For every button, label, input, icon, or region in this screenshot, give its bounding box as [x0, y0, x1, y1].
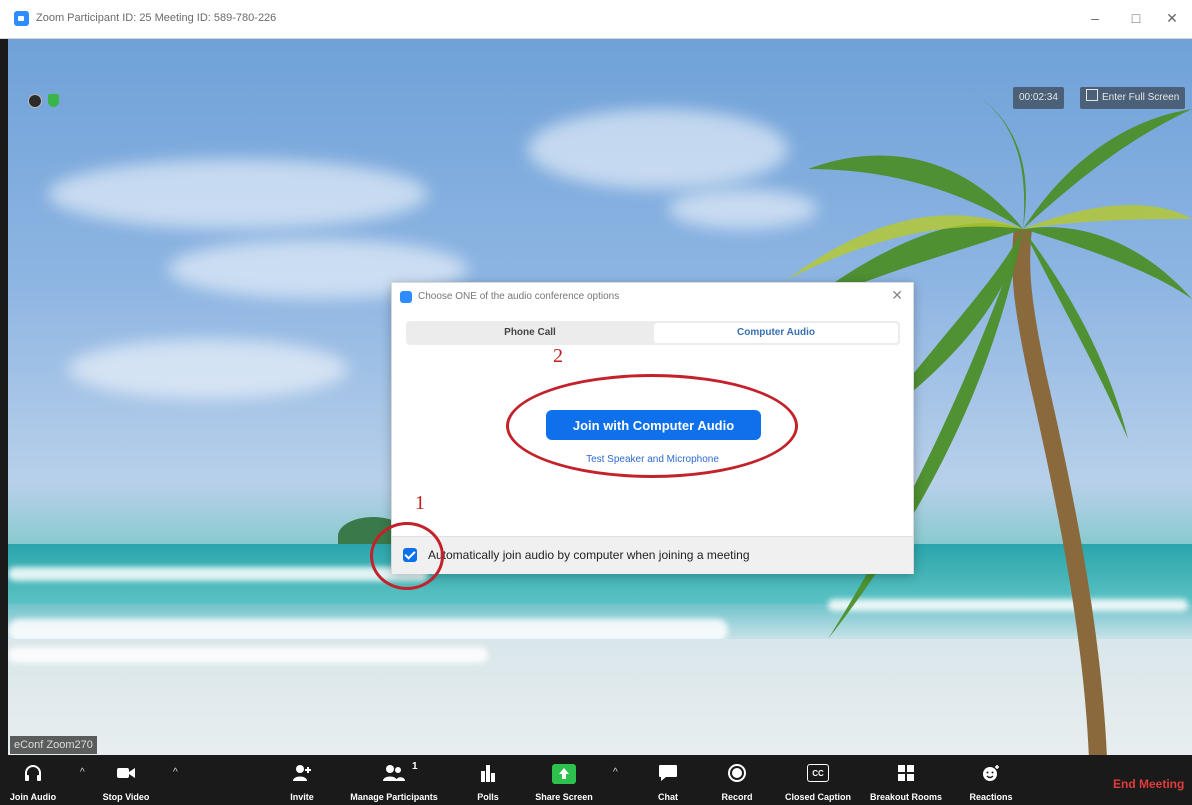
close-window-button[interactable]: ✕	[1152, 6, 1192, 30]
stop-video-label: Stop Video	[102, 792, 150, 802]
manage-participants-button[interactable]: 1 Manage Participants	[336, 755, 452, 805]
add-person-icon	[293, 765, 311, 781]
annotation-ring-checkbox	[370, 522, 444, 590]
fullscreen-label: Enter Full Screen	[1102, 92, 1180, 103]
stop-video-button[interactable]: Stop Video	[96, 755, 156, 805]
reactions-label: Reactions	[969, 792, 1013, 802]
enter-full-screen-button[interactable]: Enter Full Screen	[1080, 87, 1186, 109]
breakout-rooms-label: Breakout Rooms	[869, 792, 942, 802]
audio-tabs: Phone Call Computer Audio	[406, 321, 900, 345]
headphones-icon	[25, 765, 41, 781]
chat-button[interactable]: Chat	[646, 755, 690, 805]
closed-caption-label: Closed Caption	[784, 792, 851, 802]
video-camera-icon	[117, 768, 135, 778]
meeting-toolbar: Join Audio ^ Stop Video ^ Invite 1 Manag…	[0, 755, 1192, 805]
audio-options-caret[interactable]: ^	[80, 767, 85, 778]
share-screen-label: Share Screen	[535, 792, 593, 802]
record-icon	[728, 764, 746, 782]
window-title: Zoom Participant ID: 25 Meeting ID: 589-…	[36, 12, 277, 24]
record-label: Record	[721, 792, 753, 802]
share-screen-icon	[552, 764, 576, 784]
closed-caption-button[interactable]: CC Closed Caption	[776, 755, 860, 805]
end-meeting-button[interactable]: End Meeting	[1113, 777, 1184, 791]
tab-computer-audio[interactable]: Computer Audio	[654, 323, 898, 343]
participants-icon	[383, 765, 405, 781]
dialog-close-button[interactable]: ✕	[891, 287, 903, 304]
invite-label: Invite	[290, 792, 314, 802]
dialog-title: Choose ONE of the audio conference optio…	[418, 291, 620, 302]
breakout-rooms-button[interactable]: Breakout Rooms	[866, 755, 946, 805]
bar-chart-icon	[481, 765, 495, 782]
zoom-dialog-icon	[400, 291, 412, 303]
invite-button[interactable]: Invite	[280, 755, 324, 805]
annotation-step-1: 1	[415, 492, 425, 514]
participants-count: 1	[412, 761, 418, 772]
share-options-caret[interactable]: ^	[613, 767, 618, 778]
auto-join-audio-label: Automatically join audio by computer whe…	[428, 548, 750, 562]
meeting-timer: 00:02:34	[1013, 87, 1064, 109]
zoom-app-icon	[14, 11, 29, 26]
join-audio-button[interactable]: Join Audio	[8, 755, 58, 805]
security-shield-icon[interactable]	[48, 94, 59, 107]
fullscreen-icon	[1086, 89, 1098, 101]
breakout-rooms-icon	[898, 765, 914, 781]
manage-participants-label: Manage Participants	[350, 792, 438, 802]
video-options-caret[interactable]: ^	[173, 767, 178, 778]
dialog-footer: Automatically join audio by computer whe…	[392, 536, 913, 574]
info-icon[interactable]	[28, 94, 42, 108]
reactions-button[interactable]: Reactions	[962, 755, 1020, 805]
join-audio-label: Join Audio	[9, 792, 57, 802]
closed-caption-icon: CC	[807, 764, 829, 782]
chat-label: Chat	[658, 792, 678, 802]
share-screen-button[interactable]: Share Screen	[526, 755, 602, 805]
maximize-button[interactable]: □	[1116, 6, 1156, 30]
polls-label: Polls	[477, 792, 499, 802]
annotation-ring-join	[506, 374, 798, 478]
chat-bubble-icon	[659, 765, 677, 781]
minimize-button[interactable]: –	[1075, 6, 1115, 30]
title-bar: Zoom Participant ID: 25 Meeting ID: 589-…	[0, 0, 1192, 39]
record-button[interactable]: Record	[712, 755, 762, 805]
smiley-icon	[983, 765, 999, 781]
annotation-step-2: 2	[553, 345, 563, 367]
polls-button[interactable]: Polls	[466, 755, 510, 805]
participant-name-tag: eConf Zoom270	[10, 736, 97, 754]
tab-phone-call[interactable]: Phone Call	[408, 323, 652, 343]
